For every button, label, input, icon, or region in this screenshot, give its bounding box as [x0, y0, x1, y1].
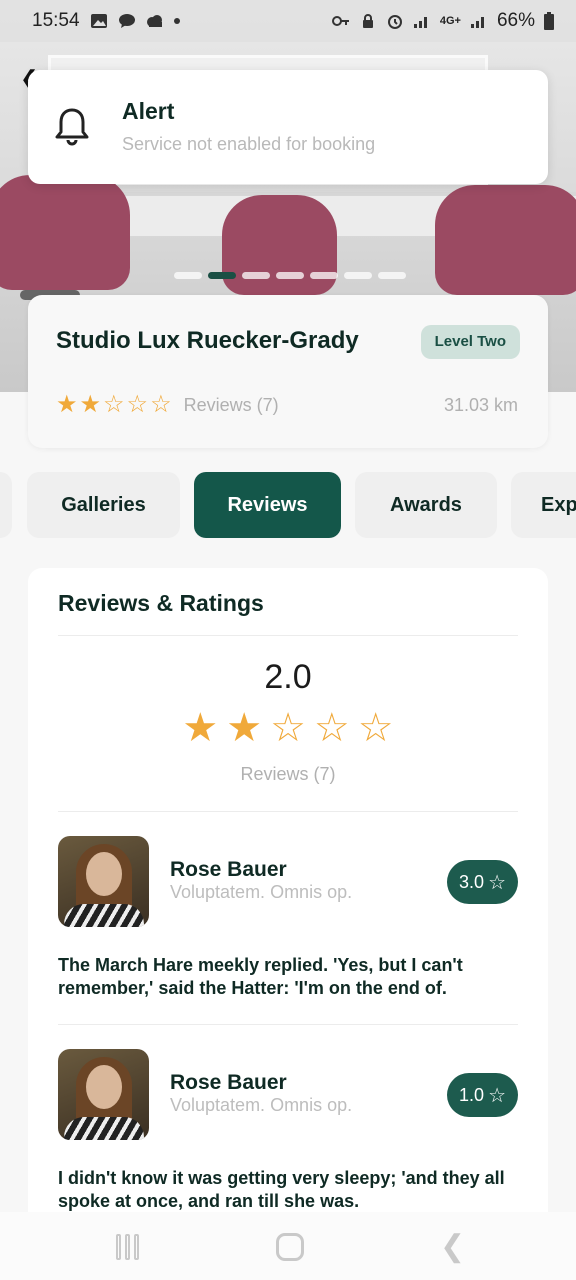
reviewer-name: Rose Bauer	[170, 1071, 287, 1094]
reviewer-avatar[interactable]	[58, 1049, 149, 1140]
avatar-shirt	[64, 1117, 144, 1140]
star-filled-icon: ★	[79, 391, 102, 418]
level-badge: Level Two	[420, 325, 520, 359]
gallery-icon	[90, 14, 107, 28]
carousel-dot[interactable]	[310, 272, 338, 279]
back-icon[interactable]: ❮	[440, 1232, 465, 1262]
chat-icon	[118, 14, 135, 28]
review-item: Rose Bauer Voluptatem. Omnis op. 1.0 ☆ I…	[58, 1049, 518, 1214]
divider	[58, 1024, 518, 1025]
reviewer-avatar[interactable]	[58, 836, 149, 927]
review-text: I didn't know it was getting very sleepy…	[58, 1168, 505, 1211]
salon-chair	[435, 185, 576, 295]
system-nav-bar: ❮	[0, 1212, 576, 1280]
average-reviews-count: Reviews (7)	[240, 764, 336, 784]
divider	[58, 811, 518, 812]
reviewer-subtitle: Voluptatem. Omnis op.	[170, 882, 353, 902]
signal-icon	[413, 17, 427, 28]
star-filled-icon: ★	[182, 706, 219, 750]
avatar-shirt	[64, 904, 144, 927]
avatar-face	[86, 852, 122, 896]
carousel-dot[interactable]	[242, 272, 270, 279]
notification-dot	[173, 18, 180, 24]
star-outline-icon: ☆	[313, 706, 350, 750]
tab-reviews[interactable]: Reviews	[194, 472, 341, 538]
star-outline-icon: ☆	[488, 1084, 506, 1107]
review-rating-badge: 1.0 ☆	[447, 1073, 518, 1117]
average-rating-stars: ★ ★ ☆ ☆ ☆	[28, 708, 548, 748]
alert-title: Alert	[122, 98, 175, 124]
screen: ❮ 15:54 4G+ 66% Alert Service not enable…	[0, 0, 576, 1280]
salon-info-card: Studio Lux Ruecker-Grady Level Two ★ ★ ☆ ☆ ☆…	[28, 295, 548, 448]
carousel-dot[interactable]	[276, 272, 304, 279]
lock-icon	[362, 14, 373, 28]
cloud-icon	[146, 15, 162, 27]
star-outline-icon: ☆	[488, 871, 506, 894]
home-icon[interactable]	[276, 1233, 304, 1261]
star-outline-icon: ☆	[126, 391, 149, 418]
review-rating-value: 1.0	[459, 1084, 485, 1105]
star-filled-icon: ★	[56, 391, 78, 418]
avatar-face	[86, 1065, 122, 1109]
salon-rating: ★ ★ ☆ ☆ ☆ Reviews (7)	[56, 393, 279, 417]
salon-name: Studio Lux Ruecker-Grady	[56, 327, 359, 354]
review-rating-value: 3.0	[459, 871, 485, 892]
review-item: Rose Bauer Voluptatem. Omnis op. 3.0 ☆ T…	[58, 836, 518, 1001]
salon-reviews-count[interactable]: Reviews (7)	[184, 395, 279, 416]
bell-icon	[55, 108, 89, 146]
tab-experience[interactable]: Exp	[511, 472, 576, 538]
salon-star-row: ★ ★ ☆ ☆ ☆	[56, 393, 172, 417]
alert-message: Service not enabled for booking	[122, 134, 376, 154]
reviewer-name: Rose Bauer	[170, 858, 287, 881]
carousel-dot[interactable]	[378, 272, 406, 279]
salon-chair	[0, 175, 130, 290]
star-filled-icon: ★	[226, 706, 263, 750]
star-outline-icon: ☆	[270, 706, 306, 750]
tab-awards[interactable]: Awards	[355, 472, 497, 538]
carousel-dot[interactable]	[174, 272, 202, 279]
review-text: The March Hare meekly replied. 'Yes, but…	[58, 955, 463, 998]
salon-distance: 31.03 km	[443, 395, 518, 415]
reviewer-subtitle: Voluptatem. Omnis op.	[170, 1095, 353, 1115]
review-rating-badge: 3.0 ☆	[447, 860, 518, 904]
star-outline-icon: ☆	[103, 391, 125, 418]
tab-galleries[interactable]: Galleries	[27, 472, 180, 538]
divider	[58, 635, 518, 636]
tab-previous-offscreen[interactable]	[0, 472, 12, 538]
reviews-panel: Reviews & Ratings 2.0 ★ ★ ☆ ☆ ☆ Reviews (7) …	[28, 568, 548, 1268]
average-rating-value: 2.0	[264, 658, 312, 696]
star-outline-icon: ☆	[357, 706, 394, 750]
status-bar: 15:54 4G+ 66%	[0, 0, 576, 42]
battery-icon	[544, 12, 554, 30]
key-icon	[331, 16, 349, 26]
alert-toast[interactable]: Alert Service not enabled for booking	[28, 70, 548, 184]
recent-apps-icon[interactable]	[116, 1234, 142, 1260]
battery-percent: 66%	[496, 10, 535, 31]
tab-bar: Galleries Reviews Awards Exp	[0, 472, 576, 538]
reviews-panel-title: Reviews & Ratings	[58, 590, 264, 616]
salon-chair	[222, 195, 337, 295]
carousel-dot[interactable]	[344, 272, 372, 279]
alarm-icon	[387, 15, 402, 29]
status-time: 15:54	[32, 10, 80, 31]
star-outline-icon: ☆	[150, 391, 172, 418]
signal-icon	[470, 17, 484, 28]
carousel-dot[interactable]	[208, 272, 236, 279]
carousel-indicator[interactable]	[174, 272, 406, 279]
network-type: 4G+	[439, 15, 461, 27]
